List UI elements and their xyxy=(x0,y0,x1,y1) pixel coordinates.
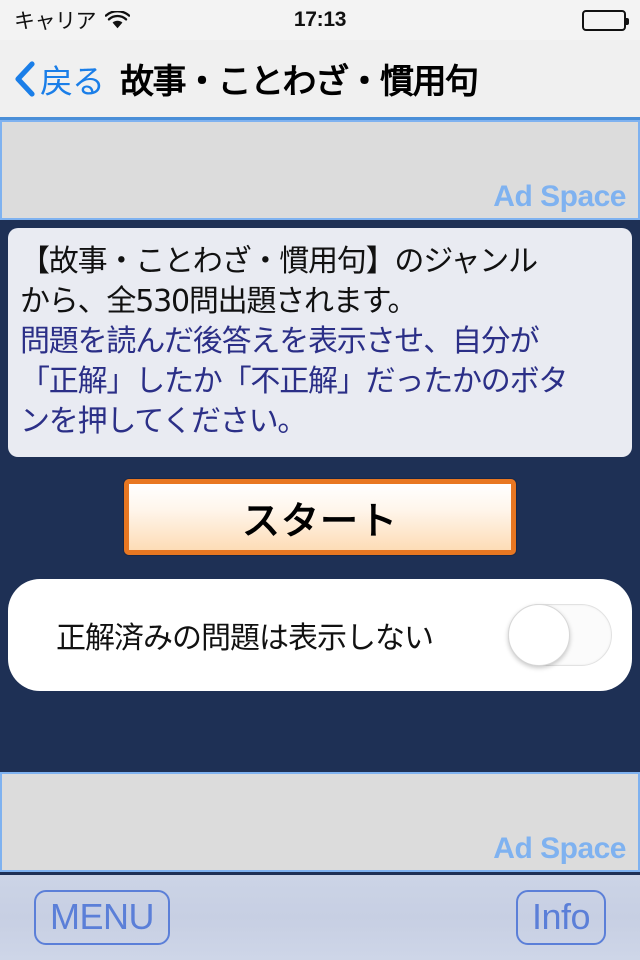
start-button[interactable]: スタート xyxy=(124,479,516,556)
ad-banner-bottom[interactable]: Ad Space xyxy=(0,772,640,872)
description-line-2: から、全530問出題されます。 xyxy=(20,283,417,319)
chevron-left-icon xyxy=(14,60,36,97)
hide-correct-label: 正解済みの問題は表示しない xyxy=(56,621,434,657)
description-line-4: 「正解」したか「不正解」だったかのボタ xyxy=(20,363,568,399)
info-button[interactable]: Info xyxy=(515,889,606,946)
description-line-1: 【故事・ことわざ・慣用句】のジャンル xyxy=(20,244,538,279)
start-button-container: スタート xyxy=(8,479,632,556)
description-line-5: ンを押してください。 xyxy=(20,403,307,439)
carrier-label: キャリア xyxy=(14,10,97,33)
description-panel: 【故事・ことわざ・慣用句】のジャンル から、全530問出題されます。 問題を読ん… xyxy=(8,228,632,458)
ad-banner-bottom-label: Ad Space xyxy=(493,832,626,865)
back-button-label: 戻る xyxy=(40,61,105,101)
hide-correct-toggle[interactable] xyxy=(508,604,612,667)
hide-correct-row: 正解済みの問題は表示しない xyxy=(8,579,632,692)
wifi-icon xyxy=(105,10,130,30)
back-button[interactable]: 戻る xyxy=(14,55,105,103)
ad-banner-top-label: Ad Space xyxy=(493,180,626,213)
start-button-label: スタート xyxy=(241,498,398,543)
main-content: 【故事・ことわざ・慣用句】のジャンル から、全530問出題されます。 問題を読ん… xyxy=(0,220,640,772)
navigation-bar: 戻る 故事・ことわざ・慣用句 xyxy=(0,40,640,120)
page-title: 故事・ことわざ・慣用句 xyxy=(120,62,479,102)
description-line-3: 問題を読んだ後答えを表示させ、自分が xyxy=(20,323,540,359)
battery-full-icon xyxy=(582,9,629,31)
toggle-knob xyxy=(508,604,570,667)
app-root: キャリア 17:13 戻る 故事・ことわざ・慣用句 Ad Space 【故事・こ… xyxy=(0,0,640,960)
status-bar-right xyxy=(582,9,629,31)
status-bar: キャリア 17:13 xyxy=(0,0,640,40)
menu-button[interactable]: MENU xyxy=(34,889,170,946)
ad-banner-top[interactable]: Ad Space xyxy=(0,120,640,220)
bottom-toolbar: MENU Info xyxy=(0,872,640,960)
status-bar-left: キャリア xyxy=(14,5,130,35)
